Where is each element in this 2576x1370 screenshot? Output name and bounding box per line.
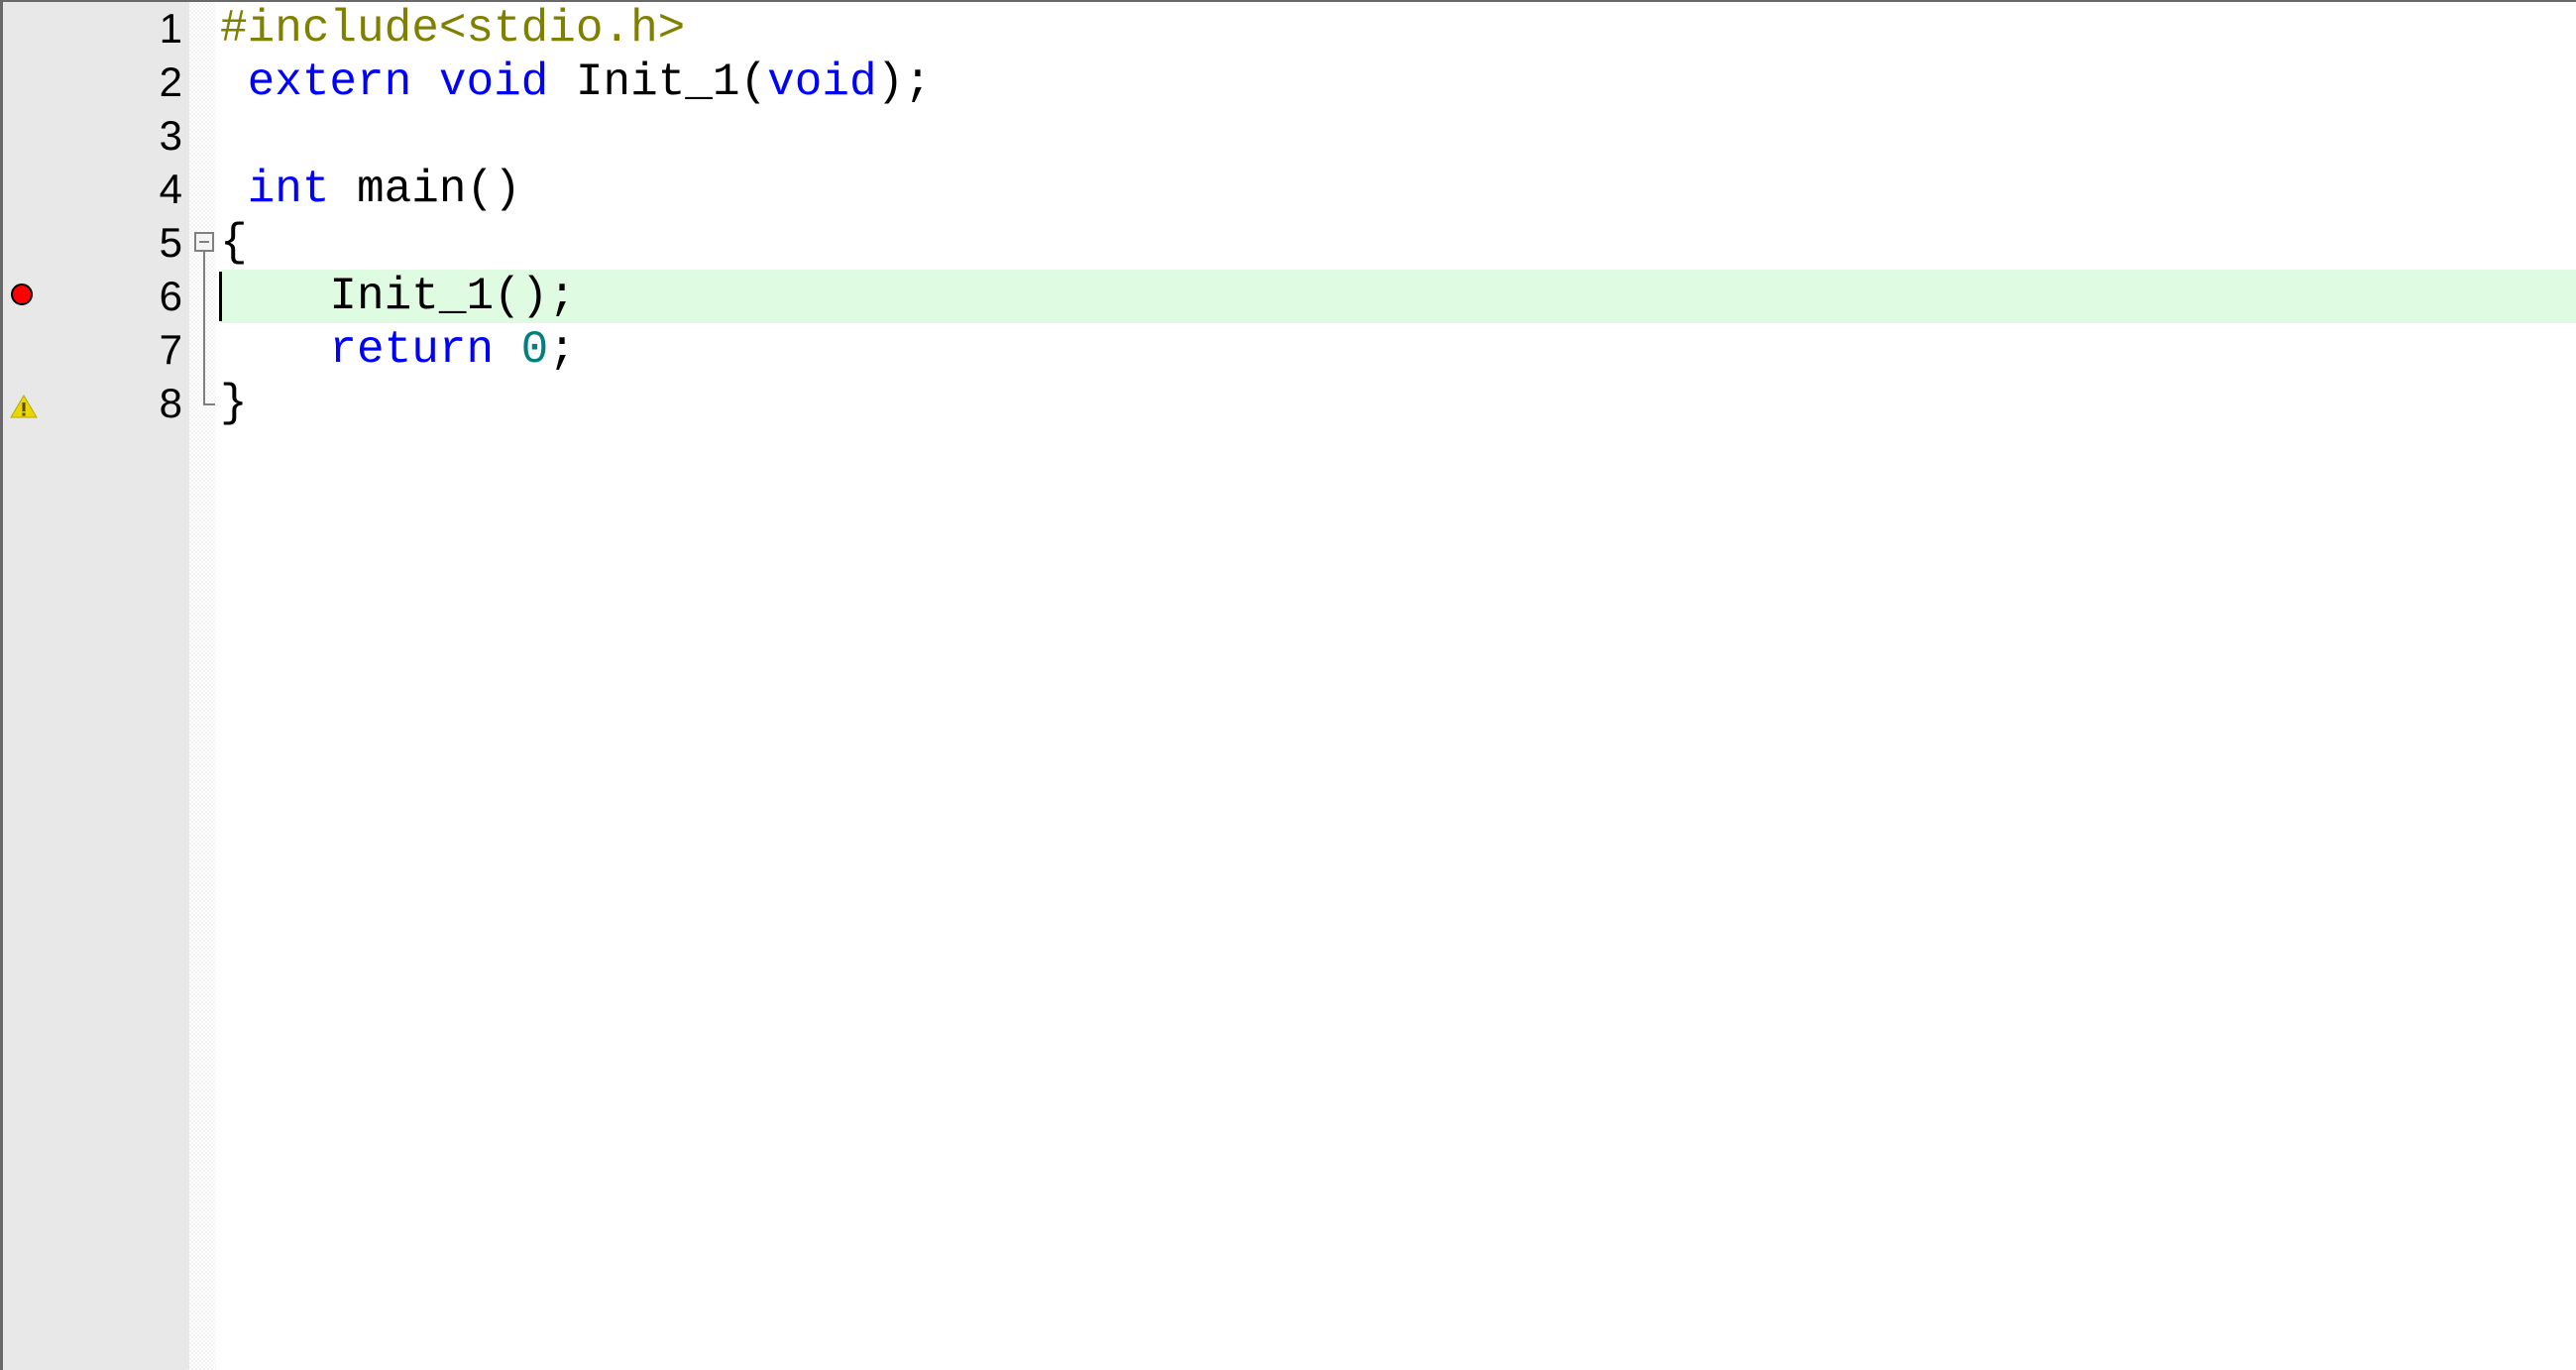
line-number: 6 [159, 273, 182, 319]
code-token-kw: int [247, 164, 330, 215]
warning-icon[interactable] [10, 395, 38, 423]
code-token-plain: { [220, 217, 248, 269]
code-token-pre: #include<stdio.h> [220, 3, 686, 55]
code-line[interactable]: 8} [0, 377, 2576, 430]
code-token-plain: ; [548, 324, 576, 376]
code-text[interactable]: { [220, 216, 248, 270]
fold-range-line [203, 252, 205, 403]
code-line[interactable]: 3 [0, 109, 2576, 163]
code-token-plain: main() [329, 164, 521, 215]
code-text[interactable]: return 0; [220, 323, 576, 377]
line-number: 3 [159, 112, 182, 159]
code-text[interactable]: int main() [220, 163, 521, 216]
line-number: 7 [159, 326, 182, 373]
code-line[interactable]: 4 int main() [0, 163, 2576, 216]
code-line[interactable]: 2 extern void Init_1(void); [0, 56, 2576, 109]
code-text[interactable]: } [220, 377, 248, 430]
code-token-num: 0 [520, 324, 549, 376]
line-number: 2 [159, 58, 182, 105]
code-token-kw: return [329, 324, 495, 376]
fold-collapse-icon[interactable] [194, 232, 214, 252]
line-number: 4 [159, 166, 182, 212]
code-text[interactable]: Init_1(); [220, 270, 576, 323]
fold-end-marker [203, 403, 215, 405]
code-token-kw: void [438, 57, 549, 108]
line-number: 8 [159, 380, 182, 426]
code-token-plain: ); [876, 57, 932, 108]
code-text[interactable]: #include<stdio.h> [220, 2, 685, 56]
code-editor[interactable]: 1 #include<stdio.h> 2 extern void Init_1(v… [0, 2, 2576, 430]
line-number: 5 [159, 219, 182, 266]
code-line[interactable]: 1 #include<stdio.h> [0, 2, 2576, 56]
code-token-kw: void [767, 57, 877, 108]
code-token-plain: Init_1( [548, 57, 768, 108]
code-line[interactable]: 7 return 0; [0, 323, 2576, 377]
line-number: 1 [159, 5, 182, 52]
code-text[interactable]: extern void Init_1(void); [220, 56, 932, 109]
code-line[interactable]: 5{ [0, 216, 2576, 270]
code-token-kw: extern [247, 57, 412, 108]
code-line[interactable]: 6 Init_1(); [0, 270, 2576, 323]
code-token-plain: } [220, 378, 248, 429]
code-token-plain: Init_1(); [220, 271, 576, 322]
breakpoint-icon[interactable] [11, 284, 33, 305]
